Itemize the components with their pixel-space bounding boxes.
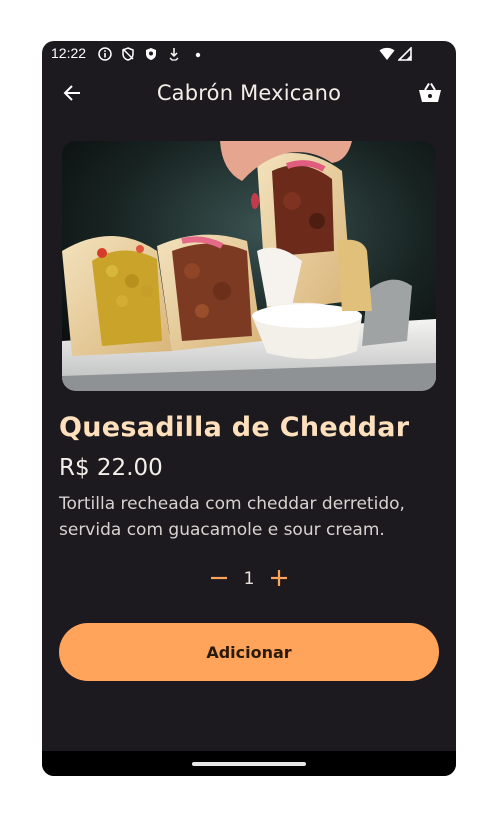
add-to-cart-button[interactable]: Adicionar	[59, 623, 439, 681]
page-title: Cabrón Mexicano	[156, 81, 342, 105]
shield-off-icon	[121, 46, 135, 61]
decrease-button[interactable]	[206, 567, 232, 593]
download-icon	[167, 46, 181, 61]
notification-dot-icon	[193, 46, 207, 60]
product-name: Quesadilla de Cheddar	[59, 412, 410, 443]
increase-button[interactable]	[266, 567, 292, 593]
product-description: Tortilla recheada com cheddar derretido,…	[59, 494, 405, 540]
minus-icon	[210, 569, 228, 591]
status-time: 12:22	[51, 45, 87, 61]
info-icon	[98, 46, 112, 61]
signal-icon	[397, 46, 412, 61]
app-bar: Cabrón Mexicano	[42, 67, 456, 123]
status-bar: 12:22	[42, 41, 456, 67]
shield-icon	[144, 46, 158, 60]
quantity-stepper: 1	[42, 567, 456, 593]
basket-icon	[418, 82, 442, 108]
system-nav-bar	[42, 751, 456, 776]
quantity-value: 1	[243, 569, 255, 589]
product-image	[62, 141, 436, 391]
wifi-icon	[379, 46, 395, 60]
back-button[interactable]	[58, 81, 86, 109]
arrow-back-icon	[62, 83, 82, 107]
product-price: R$ 22.00	[59, 455, 163, 481]
home-indicator[interactable]	[192, 762, 306, 766]
cart-button[interactable]	[416, 81, 444, 109]
app-screen: 12:22 Cabrón Mexicano Quesadilla de Ched…	[42, 41, 456, 776]
plus-icon	[270, 569, 288, 591]
